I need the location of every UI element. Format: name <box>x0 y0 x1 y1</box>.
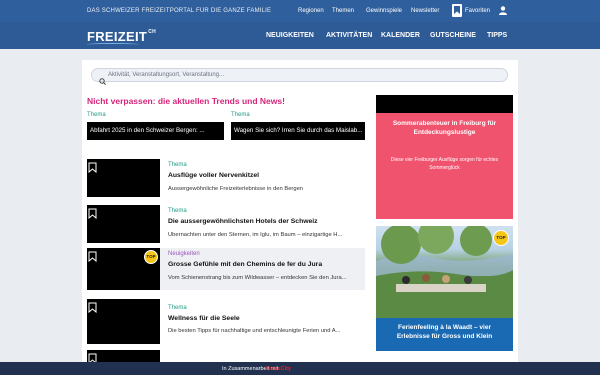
favorites-link[interactable]: Favoriten <box>465 8 490 14</box>
trend-card[interactable]: Abfahrt 2025 in den Schweizer Bergen: ..… <box>87 122 224 140</box>
top-utility-bar: DAS SCHWEIZER FREIZEITPORTAL FÜR DIE GAN… <box>0 0 600 22</box>
nav-neuigkeiten[interactable]: NEUIGKEITEN <box>266 32 314 39</box>
topbar-link-themen[interactable]: Themen <box>332 8 354 14</box>
nav-tipps[interactable]: TIPPS <box>487 32 507 39</box>
bookmark-icon[interactable] <box>88 160 97 178</box>
promo-subtitle: Diese vier Freiburger Ausflüge sorgen fü… <box>390 157 499 171</box>
article-description: Aussergewöhnliche Freizeiterlebnisse in … <box>168 186 304 192</box>
article-item[interactable] <box>87 350 365 365</box>
site-logo[interactable]: FREIZEITCH <box>87 29 156 44</box>
article-image <box>87 350 160 365</box>
site-tagline: DAS SCHWEIZER FREIZEITPORTAL FÜR DIE GAN… <box>87 8 272 14</box>
partner-logo[interactable]: SwissCity <box>265 366 291 372</box>
article-category: Thema <box>168 208 187 214</box>
bookmark-icon[interactable] <box>88 300 97 318</box>
trend-title: Wagen Sie sich? Irren Sie durch das Mais… <box>234 127 363 134</box>
article-category: Neuigkeiten <box>168 251 200 257</box>
favorites-bookmark-icon[interactable] <box>452 4 462 17</box>
article-image <box>87 299 160 344</box>
bookmark-icon[interactable] <box>88 249 97 267</box>
nav-aktivitaeten[interactable]: AKTIVITÄTEN <box>326 32 372 39</box>
user-icon[interactable] <box>499 6 507 17</box>
promo-title: Ferienfeeling à la Waadt – vier Erlebnis… <box>396 324 493 340</box>
article-image <box>87 159 160 197</box>
promo-card-freiburg[interactable]: Sommerabenteuer in Freiburg für Entdecku… <box>376 95 513 219</box>
nav-kalender[interactable]: KALENDER <box>381 32 420 39</box>
article-category: Thema <box>168 162 187 168</box>
article-title[interactable]: Ausflüge voller Nervenkitzel <box>168 172 259 179</box>
trend-label: Thema <box>87 112 106 118</box>
trends-heading: Nicht verpassen: die aktuellen Trends un… <box>87 96 285 106</box>
topbar-link-regionen[interactable]: Regionen <box>298 8 324 14</box>
top-badge: TOP <box>144 250 158 264</box>
trend-card[interactable]: Wagen Sie sich? Irren Sie durch das Mais… <box>231 122 365 140</box>
cooperation-bar: In Zusammenarbeit mit SwissCity <box>0 362 600 375</box>
search-input[interactable]: Aktivität, Veranstaltungsort, Veranstalt… <box>91 68 508 85</box>
article-description: Übernachten unter den Sternen, im Iglu, … <box>168 232 343 238</box>
logo-swoosh <box>87 43 139 46</box>
promo-image <box>376 95 513 113</box>
article-item[interactable]: Thema Wellness für die Seele Die besten … <box>87 299 365 344</box>
article-item[interactable]: Thema Die aussergewöhnlichsten Hotels de… <box>87 205 365 243</box>
search-placeholder: Aktivität, Veranstaltungsort, Veranstalt… <box>108 72 225 78</box>
article-title[interactable]: Die aussergewöhnlichsten Hotels der Schw… <box>168 218 318 225</box>
article-item[interactable]: TOP Neuigkeiten Grosse Gefühle mit den C… <box>87 248 365 290</box>
bookmark-icon[interactable] <box>88 206 97 224</box>
nav-gutscheine[interactable]: GUTSCHEINE <box>430 32 476 39</box>
article-title[interactable]: Wellness für die Seele <box>168 315 240 322</box>
trend-label: Thema <box>231 112 250 118</box>
topbar-link-newsletter[interactable]: Newsletter <box>411 8 439 14</box>
article-title[interactable]: Grosse Gefühle mit den Chemins de fer du… <box>168 261 322 268</box>
topbar-link-gewinnspiele[interactable]: Gewinnspiele <box>366 8 402 14</box>
trend-title: Abfahrt 2025 in den Schweizer Bergen: ..… <box>90 127 205 134</box>
search-icon <box>99 72 106 90</box>
promo-title: Sommerabenteuer in Freiburg für Entdecku… <box>392 120 497 136</box>
article-image <box>87 205 160 243</box>
article-description: Die besten Tipps für nachhaltige und ent… <box>168 328 341 334</box>
promo-card-waadt[interactable]: TOP Ferienfeeling à la Waadt – vier Erle… <box>376 226 513 351</box>
article-category: Thema <box>168 305 187 311</box>
article-description: Vom Schienenstrang bis zum Wildwasser – … <box>168 275 347 281</box>
article-item[interactable]: Thema Ausflüge voller Nervenkitzel Ausse… <box>87 159 365 197</box>
top-badge: TOP <box>493 230 509 246</box>
